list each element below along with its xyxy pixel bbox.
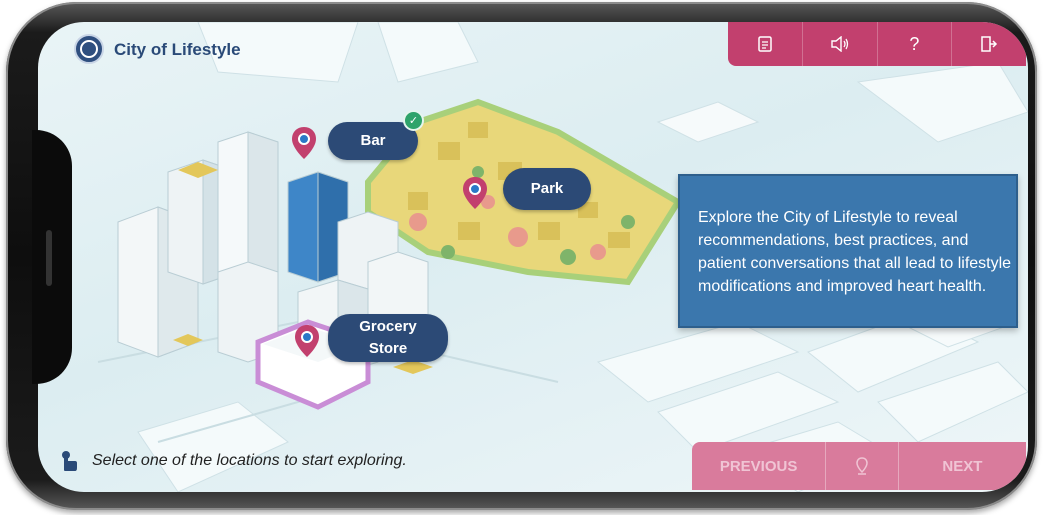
app-screen: City of Lifestyle ? Bar ✓ Park Grocery S… bbox=[38, 22, 1028, 492]
bar-location-pin-icon[interactable] bbox=[291, 126, 317, 160]
park-location-pin-icon[interactable] bbox=[462, 176, 488, 210]
next-button[interactable]: NEXT bbox=[897, 442, 1026, 490]
top-toolbar: ? bbox=[728, 22, 1026, 66]
exit-icon bbox=[981, 36, 998, 52]
bar-location-label[interactable]: Bar bbox=[328, 122, 418, 160]
instruction-bar: Select one of the locations to start exp… bbox=[58, 450, 407, 472]
seal-logo-icon bbox=[74, 34, 104, 64]
location-pin-icon bbox=[856, 457, 868, 475]
pointer-hand-icon bbox=[62, 451, 77, 471]
park-location-label[interactable]: Park bbox=[503, 168, 591, 210]
document-icon bbox=[758, 36, 772, 52]
phone-notch bbox=[32, 130, 72, 384]
grocery-store-location-label[interactable]: Grocery Store bbox=[328, 314, 448, 362]
instruction-text: Select one of the locations to start exp… bbox=[92, 452, 407, 469]
info-panel: Explore the City of Lifestyle to reveal … bbox=[678, 174, 1018, 328]
map-button[interactable] bbox=[825, 442, 898, 490]
phone-speaker bbox=[46, 230, 52, 286]
audio-button[interactable] bbox=[801, 22, 877, 66]
bottom-navigation: PREVIOUS NEXT bbox=[692, 442, 1026, 490]
info-text: Explore the City of Lifestyle to reveal … bbox=[698, 209, 1012, 295]
device-frame: City of Lifestyle ? Bar ✓ Park Grocery S… bbox=[6, 2, 1037, 510]
grocery-store-location-pin-icon[interactable] bbox=[294, 324, 320, 358]
help-icon: ? bbox=[909, 33, 920, 54]
exit-button[interactable] bbox=[951, 22, 1026, 66]
visited-check-icon: ✓ bbox=[403, 110, 424, 131]
speaker-icon bbox=[830, 36, 848, 52]
help-button[interactable]: ? bbox=[876, 22, 952, 66]
transcript-button[interactable] bbox=[728, 22, 802, 66]
previous-button[interactable]: PREVIOUS bbox=[692, 442, 825, 490]
app-title: City of Lifestyle bbox=[114, 40, 241, 59]
